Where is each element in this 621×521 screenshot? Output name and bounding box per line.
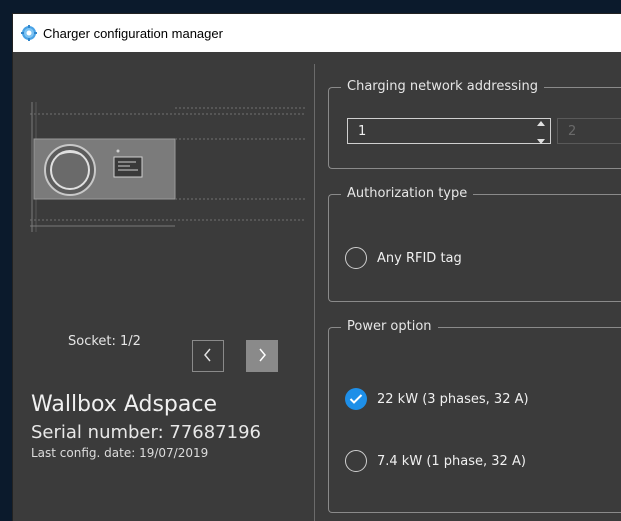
power-option-22kw[interactable]: 22 kW (3 phases, 32 A) xyxy=(345,388,529,410)
radio-unchecked-icon[interactable] xyxy=(345,450,367,472)
secondary-address-value: 2 xyxy=(568,123,577,139)
power-option-legend: Power option xyxy=(341,319,438,334)
power-option-7kw[interactable]: 7.4 kW (1 phase, 32 A) xyxy=(345,450,526,472)
last-config-date: Last config. date: 19/07/2019 xyxy=(31,446,209,460)
authorization-type-group: Authorization type Any RFID tag xyxy=(328,186,621,302)
secondary-address-spinbox[interactable]: 2 xyxy=(557,118,621,144)
next-socket-button[interactable] xyxy=(246,340,278,372)
pane-divider xyxy=(314,64,315,521)
authorization-option-label: Any RFID tag xyxy=(377,250,462,266)
spin-up-icon[interactable] xyxy=(537,115,545,130)
app-gear-icon xyxy=(21,25,37,41)
authorization-type-legend: Authorization type xyxy=(341,186,474,201)
power-option-label-22kw: 22 kW (3 phases, 32 A) xyxy=(377,391,529,407)
charger-illustration xyxy=(30,102,314,232)
chevron-right-icon xyxy=(256,347,268,366)
socket-indicator: Socket: 1/2 xyxy=(68,334,141,349)
power-option-label-7kw: 7.4 kW (1 phase, 32 A) xyxy=(377,453,526,469)
power-option-group: Power option 22 kW (3 phases, 32 A) 7.4 … xyxy=(328,319,621,513)
spin-down-icon[interactable] xyxy=(537,133,545,148)
authorization-option-rfid[interactable]: Any RFID tag xyxy=(345,247,462,269)
radio-checked-icon[interactable] xyxy=(345,388,367,410)
window-title: Charger configuration manager xyxy=(43,25,223,41)
network-address-spinbox[interactable]: 1 xyxy=(347,118,551,144)
spinbox-arrows[interactable] xyxy=(534,120,548,144)
chevron-left-icon xyxy=(202,347,214,366)
device-name: Wallbox Adspace xyxy=(31,392,217,417)
previous-socket-button[interactable] xyxy=(192,340,224,372)
app-window: Charger configuration manager Socket: 1/… xyxy=(13,14,621,521)
radio-unchecked-icon[interactable] xyxy=(345,247,367,269)
network-addressing-legend: Charging network addressing xyxy=(341,79,544,94)
title-bar: Charger configuration manager xyxy=(13,14,621,52)
network-addressing-group: Charging network addressing 1 2 xyxy=(328,79,621,169)
serial-number: Serial number: 77687196 xyxy=(31,422,261,443)
network-address-value: 1 xyxy=(358,123,367,139)
